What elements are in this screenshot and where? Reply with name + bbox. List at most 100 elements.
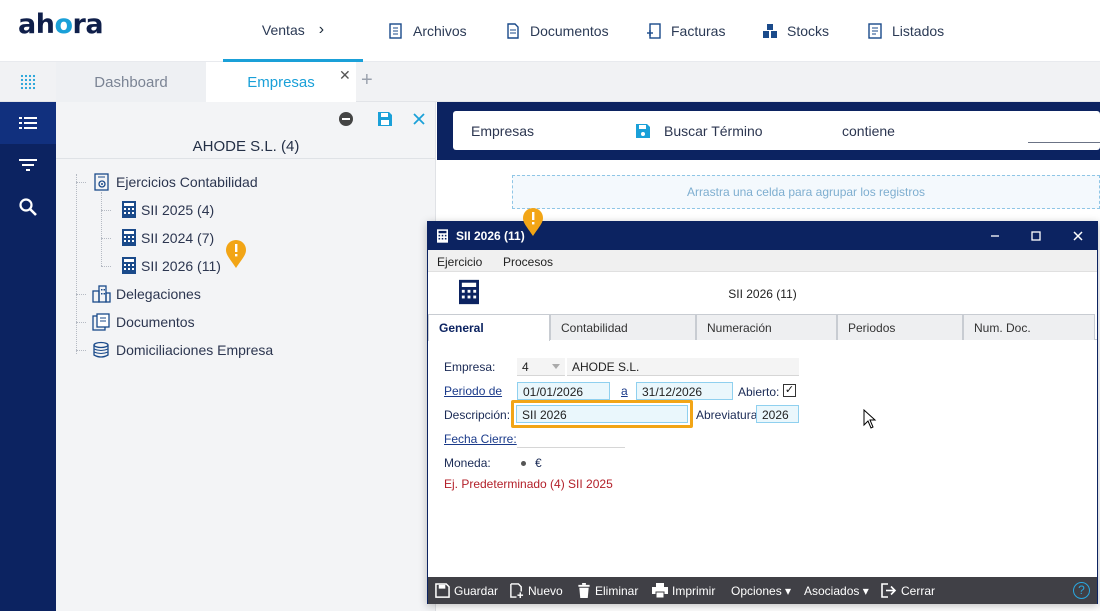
- tree-connector: [76, 294, 86, 295]
- tree-node-delegaciones[interactable]: Delegaciones: [92, 285, 201, 303]
- cerrar-button[interactable]: Cerrar: [881, 577, 935, 604]
- fecha-cierre-input[interactable]: [517, 447, 625, 448]
- periodo-a-link[interactable]: a: [621, 384, 628, 398]
- tree-node-sii2025[interactable]: SII 2025 (4): [122, 201, 214, 218]
- save-search-icon[interactable]: [635, 123, 651, 139]
- help-icon[interactable]: ?: [1073, 582, 1090, 599]
- tab-contabilidad[interactable]: Contabilidad: [550, 314, 696, 340]
- menu-procesos[interactable]: Procesos: [503, 255, 553, 269]
- calculator-icon: [437, 229, 448, 243]
- tree-node-sii2024[interactable]: SII 2024 (7): [122, 229, 214, 246]
- rail-list-button[interactable]: [0, 102, 56, 144]
- tab-dashboard[interactable]: Dashboard: [56, 62, 206, 102]
- tab-periodos[interactable]: Periodos: [837, 314, 963, 340]
- rail-search-button[interactable]: [0, 186, 56, 228]
- tab-general[interactable]: General: [428, 314, 550, 341]
- imprimir-label: Imprimir: [672, 583, 716, 598]
- tree-connector: [101, 266, 111, 267]
- apps-grid-button[interactable]: [0, 62, 56, 102]
- imprimir-button[interactable]: Imprimir: [652, 577, 715, 604]
- document-icon: [507, 23, 519, 39]
- collapse-button[interactable]: [336, 109, 356, 129]
- dialog-menubar: Ejercicio Procesos: [428, 250, 1097, 272]
- nav-archivos-label: Archivos: [413, 23, 467, 39]
- abreviatura-input[interactable]: 2026: [756, 405, 799, 423]
- tree-title: AHODE S.L. (4): [192, 138, 300, 155]
- tree-node-ejercicios[interactable]: Ejercicios Contabilidad: [94, 173, 258, 191]
- invoice-icon: [647, 23, 661, 39]
- tree-node-label: Ejercicios Contabilidad: [116, 174, 258, 190]
- nav-documentos[interactable]: Documentos: [504, 20, 609, 42]
- search-field-selector[interactable]: Empresas: [471, 123, 534, 139]
- guardar-button[interactable]: Guardar: [435, 577, 498, 604]
- grid-icon: [20, 74, 36, 90]
- tree-connector: [101, 192, 102, 266]
- list-icon: [19, 117, 37, 129]
- cerrar-label: Cerrar: [901, 583, 936, 598]
- abierto-checkbox[interactable]: ✓: [783, 384, 796, 397]
- moneda-value: €: [535, 456, 542, 470]
- dialog-footer-toolbar: Guardar Nuevo Eliminar Imprimir Opciones…: [428, 577, 1097, 604]
- exit-icon: [881, 583, 897, 598]
- tree-node-label: SII 2025 (4): [141, 201, 215, 218]
- tree-node-documentos[interactable]: Documentos: [92, 313, 195, 331]
- tree-connector: [101, 238, 111, 239]
- nuevo-button[interactable]: Nuevo: [509, 577, 563, 604]
- nuevo-label: Nuevo: [528, 583, 563, 598]
- asociados-menu-button[interactable]: Asociados ▾: [804, 577, 869, 604]
- minimize-icon[interactable]: [984, 225, 1006, 247]
- tree-node-domiciliaciones[interactable]: Domiciliaciones Empresa: [92, 341, 273, 359]
- ledger-gear-icon: [94, 173, 109, 191]
- moneda-radio[interactable]: [521, 461, 526, 466]
- close-tab-icon[interactable]: ✕: [339, 67, 351, 84]
- nav-listados[interactable]: Listados: [866, 20, 944, 42]
- tree-node-label: SII 2026 (11): [141, 257, 221, 274]
- rail-filter-button[interactable]: [0, 144, 56, 186]
- tree-connector: [76, 350, 86, 351]
- warning-marker-icon: [523, 208, 543, 236]
- save-tree-button[interactable]: [375, 109, 395, 129]
- close-dialog-icon[interactable]: [1067, 225, 1089, 247]
- nav-ventas[interactable]: Ventas ›: [223, 0, 363, 62]
- fecha-cierre-link[interactable]: Fecha Cierre:: [444, 432, 517, 446]
- search-bar: Empresas Buscar Término contiene: [437, 102, 1100, 160]
- search-term-label[interactable]: Buscar Término: [664, 123, 763, 139]
- periodo-link[interactable]: Periodo de: [444, 384, 502, 398]
- periodo-to-input[interactable]: 31/12/2026: [636, 382, 733, 400]
- empresa-code-value: 4: [522, 360, 529, 374]
- list-report-icon: [868, 23, 882, 39]
- nav-facturas[interactable]: Facturas: [645, 20, 725, 42]
- tree-node-label: Documentos: [116, 314, 195, 330]
- search-operator[interactable]: contiene: [842, 123, 895, 139]
- nav-stocks[interactable]: Stocks: [761, 20, 829, 42]
- trash-icon: [578, 583, 590, 598]
- group-drop-zone[interactable]: Arrastra una celda para agrupar los regi…: [512, 175, 1100, 209]
- tab-numeracion[interactable]: Numeración: [696, 314, 837, 340]
- calculator-icon: [122, 257, 136, 274]
- nav-stocks-label: Stocks: [787, 23, 830, 39]
- maximize-icon[interactable]: [1025, 225, 1047, 247]
- warning-marker-icon: [226, 240, 246, 268]
- tree-panel: AHODE S.L. (4) Ejercicios Contabilidad S…: [56, 102, 436, 611]
- tree-connector: [76, 322, 86, 323]
- add-tab-button[interactable]: +: [361, 70, 373, 90]
- close-panel-icon[interactable]: [409, 109, 429, 129]
- periodo-from-input[interactable]: 01/01/2026: [517, 382, 610, 400]
- nav-ventas-label: Ventas: [261, 21, 305, 38]
- tab-num-doc[interactable]: Num. Doc.: [963, 314, 1095, 340]
- coins-icon: [93, 341, 109, 358]
- descripcion-input[interactable]: SII 2026: [516, 405, 688, 423]
- ahora-logo[interactable]: ahora: [18, 9, 104, 40]
- abierto-label: Abierto:: [738, 385, 780, 399]
- tree-connector: [76, 182, 86, 183]
- search-value-input[interactable]: [1028, 142, 1100, 143]
- tree-node-sii2026[interactable]: SII 2026 (11): [122, 257, 221, 274]
- dialog-title: SII 2026 (11): [456, 229, 525, 243]
- eliminar-button[interactable]: Eliminar: [577, 577, 638, 604]
- opciones-menu-button[interactable]: Opciones ▾: [731, 577, 791, 604]
- menu-ejercicio[interactable]: Ejercicio: [437, 255, 482, 269]
- empresa-code-select[interactable]: 4: [517, 358, 565, 376]
- save-icon: [378, 112, 392, 126]
- tab-empresas[interactable]: Empresas: [206, 62, 356, 102]
- nav-archivos[interactable]: Archivos: [387, 20, 467, 42]
